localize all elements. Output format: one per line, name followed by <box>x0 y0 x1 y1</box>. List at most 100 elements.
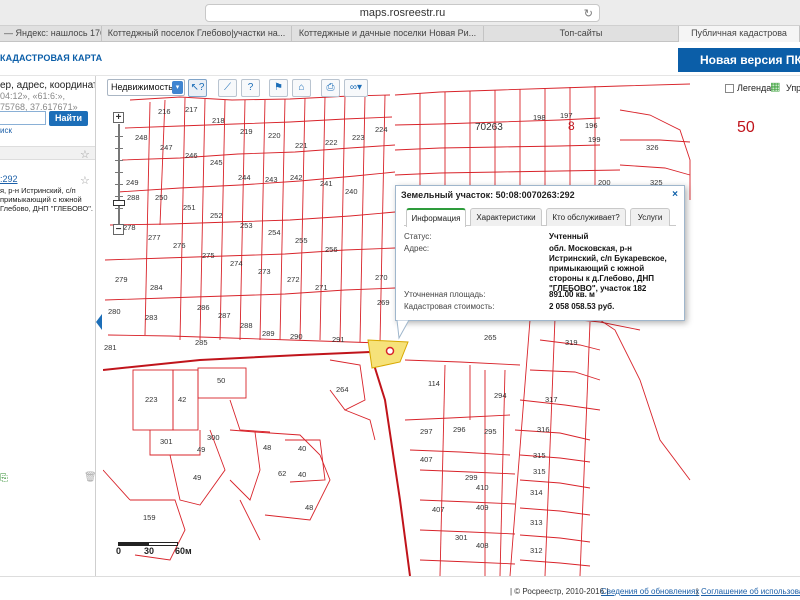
region-label: 50 <box>737 119 755 136</box>
svg-text:407: 407 <box>420 455 433 464</box>
svg-text:326: 326 <box>646 143 659 152</box>
map-canvas[interactable]: 216 217218 219 220221 222223224 198 197196 … <box>103 76 800 576</box>
updates-link[interactable]: Сведения об обновлениях <box>601 587 699 596</box>
svg-text:317: 317 <box>545 395 558 404</box>
trash-icon[interactable]: 🗑 <box>84 472 95 483</box>
copyright-text: | © Росреестр, 2010-2016 | <box>510 587 609 596</box>
question-box-icon[interactable]: ? <box>241 79 260 97</box>
svg-text:290: 290 <box>290 332 303 341</box>
svg-text:265: 265 <box>484 333 497 342</box>
svg-text:297: 297 <box>420 427 433 436</box>
pointer-question-icon[interactable]: ↖? <box>188 79 207 97</box>
svg-text:280: 280 <box>108 307 121 316</box>
tab-information[interactable]: Информация <box>406 208 466 227</box>
svg-text:289: 289 <box>262 329 275 338</box>
scale-label: 30 <box>144 546 155 556</box>
svg-text:296: 296 <box>453 425 466 434</box>
browser-tab-active[interactable]: Публичная кадастрова <box>679 26 800 42</box>
svg-text:407: 407 <box>432 505 445 514</box>
search-hint: ер, адрес, координата: 04:12», «61:6:», … <box>0 80 96 113</box>
new-version-banner[interactable]: Новая версия ПК <box>678 48 800 72</box>
footer-separator: | <box>696 587 699 596</box>
address-bar[interactable]: maps.rosreestr.ru ↻ <box>205 4 600 22</box>
svg-text:40: 40 <box>298 470 306 479</box>
svg-text:272: 272 <box>287 275 300 284</box>
search-input[interactable] <box>0 111 46 125</box>
svg-text:279: 279 <box>115 275 128 284</box>
svg-text:295: 295 <box>484 427 497 436</box>
svg-text:288: 288 <box>240 321 253 330</box>
svg-text:315: 315 <box>533 451 546 460</box>
svg-text:42: 42 <box>178 395 186 404</box>
selected-parcel-marker <box>385 346 395 356</box>
svg-text:294: 294 <box>494 391 507 400</box>
layer-select[interactable]: Недвижимость ▾ <box>107 79 185 96</box>
zoom-tick <box>115 184 123 185</box>
export-icon[interactable]: ⎘ <box>0 473 8 484</box>
result-link[interactable]: :292 <box>0 174 18 184</box>
svg-text:218: 218 <box>212 116 225 125</box>
reload-icon[interactable]: ↻ <box>584 6 593 22</box>
svg-text:281: 281 <box>104 343 117 352</box>
svg-text:288: 288 <box>127 193 140 202</box>
tab-who-serves[interactable]: Кто обслуживает? <box>546 208 626 226</box>
svg-text:221: 221 <box>295 141 308 150</box>
layers-grid-icon[interactable]: ▦ <box>770 80 784 94</box>
zoom-out-button[interactable]: − <box>113 224 124 235</box>
zoom-tick <box>115 196 123 197</box>
svg-text:249: 249 <box>126 178 139 187</box>
building-icon[interactable]: ⌂ <box>292 79 311 97</box>
site-title: КАДАСТРОВАЯ КАРТА <box>0 53 103 63</box>
svg-text:271: 271 <box>315 283 328 292</box>
pushpin-icon[interactable]: ⚑ <box>269 79 288 97</box>
chain-link-icon[interactable]: ∞▾ <box>344 79 368 97</box>
svg-text:224: 224 <box>375 125 388 134</box>
svg-text:242: 242 <box>290 173 303 182</box>
ruler-icon[interactable]: ⟋ <box>218 79 237 97</box>
browser-tab[interactable]: Коттеджный поселок Глебово|участки на... <box>102 26 292 42</box>
search-hint-line: 04:12», «61:6:», <box>0 91 66 101</box>
svg-text:255: 255 <box>295 236 308 245</box>
terms-link[interactable]: Соглашение об использовани <box>701 587 800 596</box>
star-icon[interactable]: ☆ <box>80 148 90 161</box>
svg-text:315: 315 <box>533 467 546 476</box>
svg-text:277: 277 <box>148 233 161 242</box>
area-label: Уточненная площадь: <box>404 290 486 299</box>
tab-services[interactable]: Услуги <box>630 208 670 226</box>
layer-select-value: Недвижимость <box>111 82 173 92</box>
zoom-track[interactable] <box>118 124 120 224</box>
legend-checkbox[interactable] <box>725 84 734 93</box>
svg-text:275: 275 <box>202 251 215 260</box>
close-icon[interactable]: × <box>669 189 681 201</box>
collapse-panel-arrow[interactable] <box>96 314 102 330</box>
search-hint-line: ер, адрес, координата: <box>0 80 96 91</box>
manage-label[interactable]: Упра <box>786 83 800 93</box>
zoom-in-button[interactable]: + <box>113 112 124 123</box>
svg-text:314: 314 <box>530 488 543 497</box>
svg-text:276: 276 <box>173 241 186 250</box>
printer-icon[interactable]: ⎙ <box>321 79 340 97</box>
svg-text:196: 196 <box>585 121 598 130</box>
svg-text:217: 217 <box>185 105 198 114</box>
svg-text:240: 240 <box>345 187 358 196</box>
browser-tab[interactable]: Коттеджные и дачные поселки Новая Ри... <box>292 26 484 42</box>
zoom-slider-thumb[interactable] <box>113 200 125 206</box>
scale-label: 60м <box>175 546 192 556</box>
status-value: Учтенный <box>549 232 589 241</box>
svg-text:219: 219 <box>240 127 253 136</box>
cadastral-map[interactable]: 216 217 218 219 220 221 222 223 224 198 197 196 … <box>103 76 800 576</box>
svg-text:291: 291 <box>332 335 345 344</box>
svg-text:269: 269 <box>377 298 390 307</box>
tab-characteristics[interactable]: Характеристики <box>470 208 542 226</box>
svg-text:409: 409 <box>476 503 489 512</box>
zoom-tick <box>115 208 123 209</box>
extended-search-link[interactable]: иск <box>0 126 12 135</box>
browser-tab[interactable]: — Яндекс: нашлось 176 ... <box>0 26 102 42</box>
find-button[interactable]: Найти <box>49 111 88 126</box>
popup-title: Земельный участок: 50:08:0070263:292 <box>401 190 575 200</box>
svg-text:250: 250 <box>155 193 168 202</box>
svg-text:198: 198 <box>533 113 546 122</box>
svg-text:287: 287 <box>218 311 231 320</box>
page-footer: | © Росреестр, 2010-2016 | Сведения об о… <box>0 576 800 600</box>
browser-tab[interactable]: Топ-сайты <box>484 26 679 42</box>
